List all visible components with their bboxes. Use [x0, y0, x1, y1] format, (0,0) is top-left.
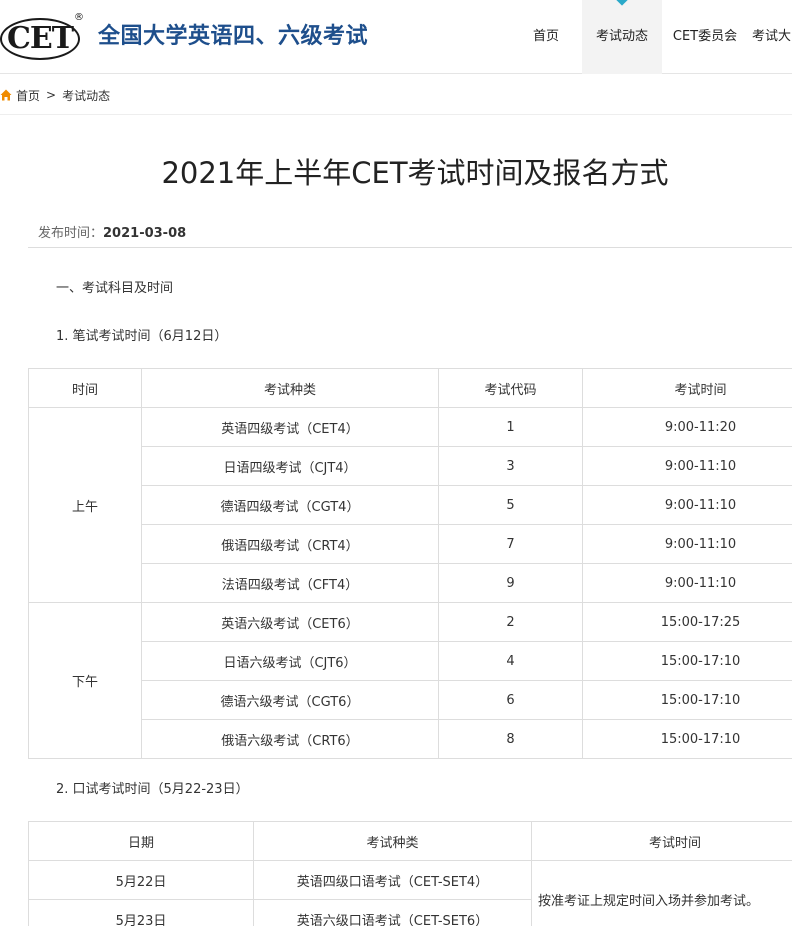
- morning-label: 上午: [28, 407, 142, 603]
- logo-registered-mark: ®: [74, 12, 84, 23]
- exam-type-cell: 日语六级考试（CJT6）: [141, 641, 439, 681]
- written-exam-table: 时间 考试种类 考试代码 考试时间 上午 英语四级考试（CET4） 1 9:00…: [28, 368, 792, 759]
- header-cell: 考试时间: [531, 821, 792, 861]
- section-heading: 一、考试科目及时间: [56, 281, 174, 296]
- table-row: 上午 英语四级考试（CET4） 1 9:00-11:20: [28, 407, 792, 603]
- exam-time-cell: 15:00-17:10: [582, 641, 792, 681]
- site-header: CET ® 全国大学英语四、六级考试 首页 考试动态 CET委员会 考试大: [0, 0, 792, 74]
- exam-type-cell: 英语六级口语考试（CET-SET6）: [253, 899, 532, 926]
- table-row: 德语六级考试（CGT6） 6 15:00-17:10: [29, 680, 792, 720]
- table-header-row: 日期 考试种类 考试时间: [28, 821, 792, 861]
- nav-exam-outline[interactable]: 考试大: [748, 0, 792, 74]
- table-row: 法语四级考试（CFT4） 9 9:00-11:10: [29, 563, 792, 603]
- exam-time-note: 按准考证上规定时间入场并参加考试。: [531, 860, 792, 926]
- header-cell: 考试代码: [438, 368, 583, 408]
- exam-code-cell: 6: [438, 680, 583, 720]
- article-title: 2021年上半年CET考试时间及报名方式: [161, 156, 669, 190]
- header-cell: 日期: [28, 821, 254, 861]
- exam-type-cell: 俄语六级考试（CRT6）: [141, 719, 439, 759]
- exam-time-cell: 15:00-17:25: [582, 602, 792, 642]
- exam-type-cell: 德语四级考试（CGT4）: [141, 485, 439, 525]
- exam-time-cell: 9:00-11:20: [582, 407, 792, 447]
- date-cell: 5月23日: [28, 899, 254, 926]
- table-row: 日语六级考试（CJT6） 4 15:00-17:10: [29, 641, 792, 681]
- meta-divider: [28, 247, 792, 248]
- exam-time-cell: 9:00-11:10: [582, 524, 792, 564]
- home-icon: [0, 89, 12, 101]
- oral-exam-table: 日期 考试种类 考试时间 5月22日 英语四级口语考试（CET-SET4） 按准…: [28, 821, 792, 926]
- breadcrumb-home[interactable]: 首页: [16, 87, 40, 104]
- breadcrumb-current[interactable]: 考试动态: [62, 87, 110, 104]
- afternoon-label: 下午: [28, 602, 142, 759]
- exam-type-cell: 英语四级考试（CET4）: [141, 407, 439, 447]
- exam-code-cell: 2: [438, 602, 583, 642]
- table-row: 日语四级考试（CJT4） 3 9:00-11:10: [29, 446, 792, 486]
- exam-code-cell: 1: [438, 407, 583, 447]
- exam-code-cell: 7: [438, 524, 583, 564]
- cet-logo[interactable]: CET ®: [0, 12, 84, 64]
- exam-time-cell: 9:00-11:10: [582, 563, 792, 603]
- exam-type-cell: 英语六级考试（CET6）: [141, 602, 439, 642]
- exam-time-cell: 15:00-17:10: [582, 680, 792, 720]
- table-row: 下午 英语六级考试（CET6） 2 15:00-17:25: [28, 602, 792, 759]
- main-nav: 首页 考试动态 CET委员会 考试大: [510, 0, 792, 74]
- nav-home[interactable]: 首页: [510, 0, 582, 74]
- breadcrumb-separator: >: [46, 88, 57, 102]
- exam-code-cell: 5: [438, 485, 583, 525]
- written-exam-heading: 1. 笔试考试时间（6月12日）: [56, 329, 228, 344]
- exam-type-cell: 德语六级考试（CGT6）: [141, 680, 439, 720]
- exam-type-cell: 法语四级考试（CFT4）: [141, 563, 439, 603]
- breadcrumb-divider: [0, 114, 792, 115]
- exam-time-cell: 15:00-17:10: [582, 719, 792, 759]
- exam-type-cell: 日语四级考试（CJT4）: [141, 446, 439, 486]
- exam-code-cell: 3: [438, 446, 583, 486]
- table-row: 德语四级考试（CGT4） 5 9:00-11:10: [29, 485, 792, 525]
- exam-time-cell: 9:00-11:10: [582, 485, 792, 525]
- exam-type-cell: 英语四级口语考试（CET-SET4）: [253, 860, 532, 900]
- nav-cet-committee[interactable]: CET委员会: [662, 0, 748, 74]
- exam-code-cell: 4: [438, 641, 583, 681]
- site-title[interactable]: 全国大学英语四、六级考试: [98, 18, 368, 50]
- breadcrumb: 首页 > 考试动态: [0, 86, 110, 104]
- logo-text: CET: [6, 21, 74, 56]
- header-cell: 考试种类: [253, 821, 532, 861]
- table-row: 俄语四级考试（CRT4） 7 9:00-11:10: [29, 524, 792, 564]
- oral-exam-heading: 2. 口试考试时间（5月22-23日）: [56, 782, 249, 797]
- nav-exam-news-label: 考试动态: [595, 29, 648, 44]
- exam-time-cell: 9:00-11:10: [582, 446, 792, 486]
- table-header-row: 时间 考试种类 考试代码 考试时间: [28, 368, 792, 408]
- nav-exam-news[interactable]: 考试动态: [582, 0, 662, 74]
- publish-info: 发布时间：2021-03-08: [38, 222, 186, 241]
- exam-type-cell: 俄语四级考试（CRT4）: [141, 524, 439, 564]
- date-cell: 5月22日: [28, 860, 254, 900]
- header-cell: 考试时间: [582, 368, 792, 408]
- header-cell: 时间: [28, 368, 142, 408]
- publish-label: 发布时间：: [38, 226, 104, 241]
- table-row: 俄语六级考试（CRT6） 8 15:00-17:10: [29, 719, 792, 759]
- active-nav-marker: [616, 0, 628, 6]
- exam-code-cell: 8: [438, 719, 583, 759]
- table-row: 5月22日 英语四级口语考试（CET-SET4） 按准考证上规定时间入场并参加考…: [28, 860, 792, 926]
- header-cell: 考试种类: [141, 368, 439, 408]
- publish-date: 2021-03-08: [103, 226, 187, 241]
- exam-code-cell: 9: [438, 563, 583, 603]
